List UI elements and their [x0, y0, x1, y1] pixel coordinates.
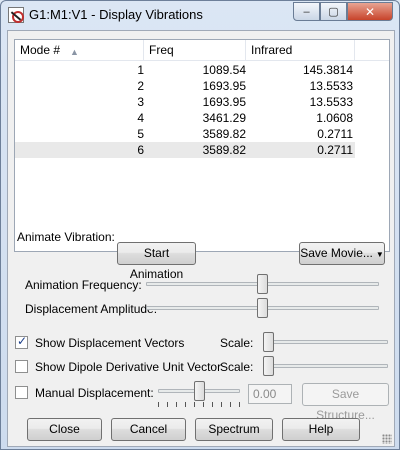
- table-row[interactable]: 6 3589.82 0.2711: [15, 142, 355, 158]
- table-row[interactable]: 1 1089.54 145.3814: [15, 62, 355, 78]
- table-cell-ir: 0.2711: [317, 143, 353, 157]
- displacement-amplitude-label: Displacement Amplitude:: [25, 302, 158, 316]
- dipole-scale-slider-thumb[interactable]: [263, 356, 274, 376]
- dialog-body: Mode # ▲ Freq Infrared 1 1089.54 145.3814 2…: [7, 30, 395, 447]
- table-cell-ir: 145.3814: [302, 63, 353, 77]
- table-row[interactable]: 3 1693.95 13.5533: [15, 94, 355, 110]
- close-button[interactable]: Close: [27, 418, 102, 441]
- table-cell-freq: 1693.95: [202, 95, 246, 109]
- maximize-button[interactable]: ▢: [320, 2, 347, 21]
- column-header-mode[interactable]: Mode # ▲: [15, 40, 144, 60]
- table-cell-mode: 6: [137, 143, 144, 157]
- table-cell-mode: 2: [137, 79, 144, 93]
- table-header: Mode # ▲ Freq Infrared: [15, 40, 389, 61]
- table-cell-mode: 3: [137, 95, 144, 109]
- manual-displacement-value-field[interactable]: 0.00: [248, 384, 292, 404]
- table-cell-freq: 3589.82: [202, 143, 246, 157]
- title-bar[interactable]: G1:M1:V1 - Display Vibrations – ▢ ✕: [1, 1, 399, 29]
- table-cell-ir: 13.5533: [309, 95, 353, 109]
- manual-displacement-label[interactable]: Manual Displacement:: [35, 386, 154, 400]
- table-cell-ir: 1.0608: [316, 111, 353, 125]
- save-movie-button[interactable]: Save Movie... ▼: [299, 242, 385, 265]
- table-row[interactable]: 2 1693.95 13.5533: [15, 78, 355, 94]
- vectors-scale-label: Scale:: [220, 336, 254, 350]
- manual-displacement-ticks: [158, 402, 240, 408]
- save-movie-label: Save Movie...: [300, 246, 373, 260]
- start-animation-button[interactable]: Start Animation: [117, 242, 196, 281]
- table-row[interactable]: 4 3461.29 1.0608: [15, 110, 355, 126]
- help-button[interactable]: Help: [282, 418, 360, 441]
- displacement-amplitude-slider-thumb[interactable]: [257, 298, 268, 318]
- column-header-freq[interactable]: Freq: [144, 40, 246, 60]
- animation-frequency-slider-thumb[interactable]: [257, 274, 268, 294]
- dipole-scale-label: Scale:: [220, 360, 254, 374]
- show-displacement-vectors-label[interactable]: Show Displacement Vectors: [35, 336, 184, 350]
- modes-table[interactable]: Mode # ▲ Freq Infrared 1 1089.54 145.3814 2…: [14, 39, 390, 252]
- table-cell-mode: 5: [137, 127, 144, 141]
- resize-grip-icon[interactable]: [382, 434, 392, 444]
- show-dipole-vector-checkbox[interactable]: ✓: [15, 360, 28, 373]
- table-cell-freq: 3589.82: [202, 127, 246, 141]
- window-title: G1:M1:V1 - Display Vibrations: [29, 7, 203, 22]
- chevron-down-icon: ▼: [375, 250, 384, 259]
- table-cell-freq: 3461.29: [202, 111, 246, 125]
- manual-displacement-checkbox[interactable]: ✓: [15, 386, 28, 399]
- table-row[interactable]: 5 3589.82 0.2711: [15, 126, 355, 142]
- show-displacement-vectors-checkbox[interactable]: ✓: [15, 334, 28, 349]
- table-cell-freq: 1089.54: [202, 63, 246, 77]
- spectrum-button[interactable]: Spectrum: [195, 418, 273, 441]
- vectors-scale-slider-thumb[interactable]: [263, 332, 274, 352]
- table-cell-ir: 0.2711: [317, 127, 353, 141]
- show-dipole-vector-label[interactable]: Show Dipole Derivative Unit Vector: [35, 360, 221, 374]
- checkmark-icon: ✓: [17, 334, 28, 348]
- cancel-button[interactable]: Cancel: [111, 418, 186, 441]
- display-vibrations-window: G1:M1:V1 - Display Vibrations – ▢ ✕ Mode…: [0, 0, 400, 450]
- table-cell-freq: 1693.95: [202, 79, 246, 93]
- animate-vibration-label: Animate Vibration:: [17, 230, 115, 244]
- save-structure-button[interactable]: Save Structure...: [302, 383, 389, 422]
- sort-ascending-icon: ▲: [70, 47, 79, 57]
- app-icon: [8, 7, 24, 23]
- close-window-button[interactable]: ✕: [347, 2, 393, 21]
- animation-frequency-label: Animation Frequency:: [25, 278, 142, 292]
- table-cell-mode: 4: [137, 111, 144, 125]
- table-cell-ir: 13.5533: [309, 79, 353, 93]
- dipole-scale-slider[interactable]: [263, 364, 388, 368]
- vectors-scale-slider[interactable]: [263, 340, 388, 344]
- column-header-label: Mode #: [20, 43, 61, 57]
- manual-displacement-slider-thumb[interactable]: [194, 381, 205, 401]
- table-cell-mode: 1: [137, 63, 144, 77]
- minimize-button[interactable]: –: [293, 2, 320, 21]
- column-header-infrared[interactable]: Infrared: [246, 40, 355, 60]
